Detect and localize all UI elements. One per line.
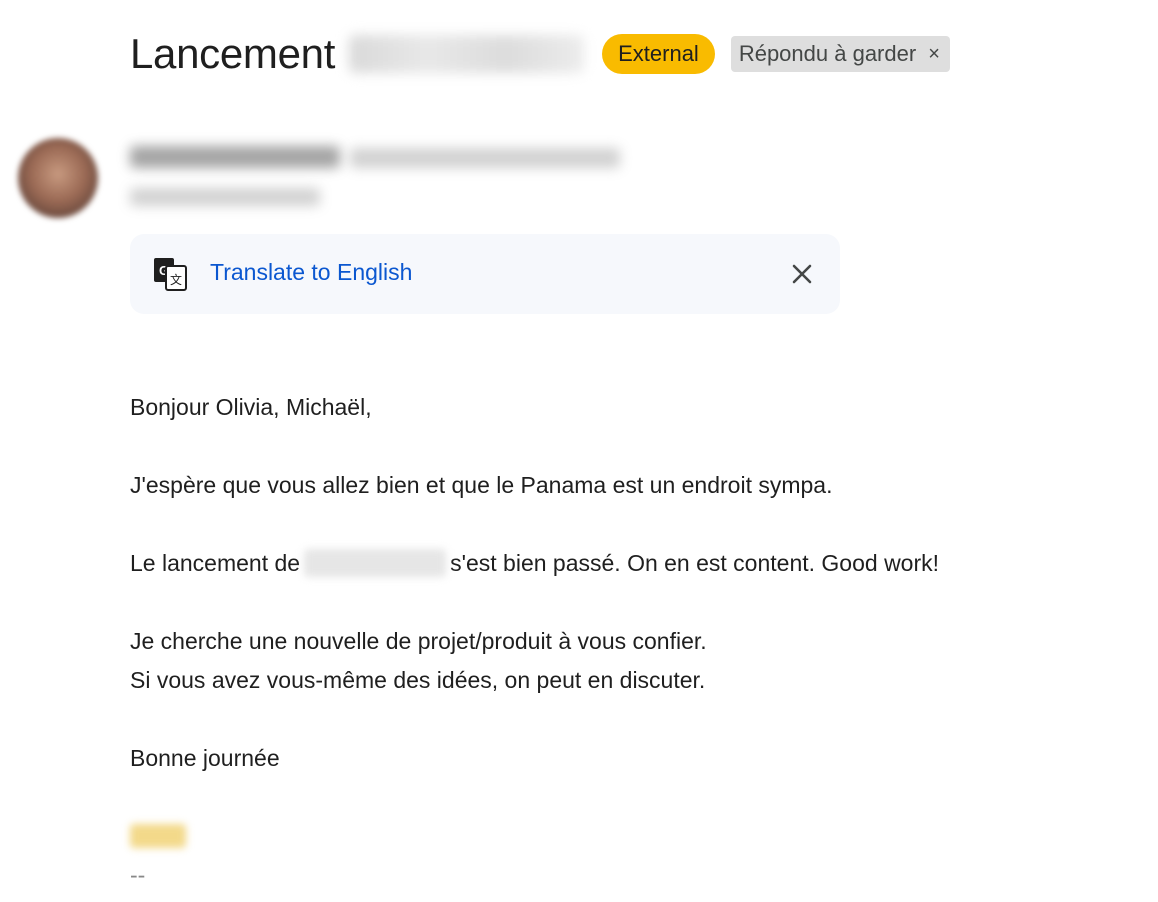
redacted-signature bbox=[130, 824, 186, 848]
label-chip[interactable]: Répondu à garder × bbox=[730, 36, 950, 72]
greeting-line: Bonjour Olivia, Michaël, bbox=[130, 394, 372, 420]
avatar[interactable] bbox=[18, 138, 98, 218]
external-badge[interactable]: External bbox=[602, 34, 715, 74]
body-line: Je cherche une nouvelle de projet/produi… bbox=[130, 628, 707, 654]
closing-line: Bonne journée bbox=[130, 745, 280, 771]
body-line: Le lancement de s'est bien passé. On en e… bbox=[130, 544, 1130, 583]
translate-bar: G 文 Translate to English bbox=[130, 234, 840, 314]
subject-header: Lancement External Répondu à garder × bbox=[130, 28, 950, 80]
signature-name bbox=[130, 817, 1130, 856]
svg-text:文: 文 bbox=[170, 272, 182, 287]
translate-icon: G 文 bbox=[154, 258, 187, 291]
remove-label-icon[interactable]: × bbox=[928, 36, 940, 72]
email-subject: Lancement bbox=[130, 30, 336, 77]
label-chip-text: Répondu à garder bbox=[738, 41, 917, 66]
redacted-recipients[interactable] bbox=[130, 188, 320, 206]
body-text: s'est bien passé. On en est content. Goo… bbox=[450, 550, 940, 576]
redacted-sender-name bbox=[130, 146, 340, 168]
signature-separator: -- bbox=[130, 862, 146, 888]
redacted-subject-part bbox=[349, 35, 585, 73]
body-line: J'espère que vous allez bien et que le P… bbox=[130, 472, 833, 498]
translate-to-english-link[interactable]: Translate to English bbox=[210, 259, 412, 286]
redacted-sender-email bbox=[350, 148, 620, 168]
redacted-product-name bbox=[304, 549, 447, 577]
message-body: Bonjour Olivia, Michaël, J'espère que vo… bbox=[130, 388, 1130, 895]
body-line: Si vous avez vous-même des idées, on peu… bbox=[130, 667, 706, 693]
close-icon[interactable] bbox=[790, 262, 814, 286]
body-text: Le lancement de bbox=[130, 550, 301, 576]
email-view: Lancement External Répondu à garder × G … bbox=[0, 0, 1158, 902]
